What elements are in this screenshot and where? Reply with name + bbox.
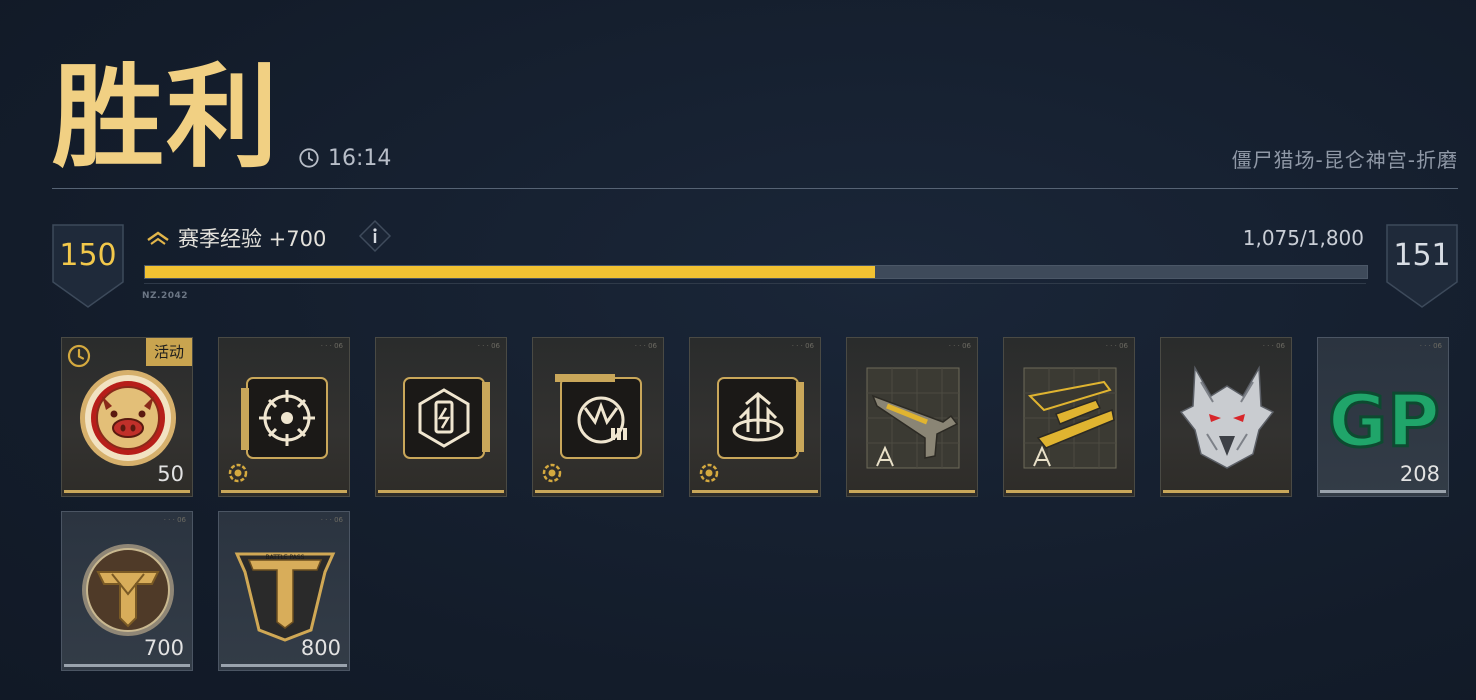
season-xp-text: 赛季经验 +700 bbox=[178, 227, 327, 251]
reward-card-gp-currency[interactable]: · · · 06 GP 208 bbox=[1317, 337, 1449, 497]
battery-module-icon bbox=[403, 377, 490, 459]
current-level: 150 bbox=[59, 238, 117, 273]
svg-text:GP: GP bbox=[1328, 379, 1440, 463]
info-icon[interactable] bbox=[358, 219, 392, 253]
reward-card-wolf-head[interactable]: · · · 06 bbox=[1160, 337, 1292, 497]
reward-card-pig-coin[interactable]: 活动 50 bbox=[61, 337, 193, 497]
reward-amount: 800 bbox=[300, 636, 341, 660]
rank-chevron-icon bbox=[147, 231, 169, 245]
reward-card-core-module-target[interactable]: · · · 06 bbox=[218, 337, 350, 497]
rarity-line bbox=[64, 490, 190, 493]
reward-amount: 700 bbox=[143, 636, 184, 660]
current-level-badge: 150 bbox=[52, 224, 124, 308]
gear-icon bbox=[542, 463, 562, 483]
next-level: 151 bbox=[1393, 238, 1451, 273]
pistol-blueprint-icon bbox=[866, 367, 960, 469]
reward-card-core-module-ammo[interactable]: · · · 06 bbox=[532, 337, 664, 497]
rarity-line bbox=[221, 490, 347, 493]
xp-count: 1,075/1,800 bbox=[1242, 226, 1364, 250]
xp-progress-bar bbox=[144, 265, 1368, 279]
rarity-line bbox=[64, 664, 190, 667]
reward-card-core-module-spike[interactable]: · · · 06 bbox=[689, 337, 821, 497]
rarity-line bbox=[1163, 490, 1289, 493]
rarity-line bbox=[1320, 490, 1446, 493]
reward-card-battle-pass[interactable]: · · · 06 BATTLE PASS 800 bbox=[218, 511, 350, 671]
header-divider bbox=[52, 188, 1458, 189]
match-result-screen: 胜利 16:14 僵尸猎场-昆仑神宫-折磨 150 赛季经验 +700 1,07… bbox=[0, 0, 1476, 700]
rarity-line bbox=[1006, 490, 1132, 493]
gear-icon bbox=[228, 463, 248, 483]
mode-name: 僵尸猎场-昆仑神宫-折磨 bbox=[1231, 148, 1458, 172]
activity-tag: 活动 bbox=[145, 338, 192, 366]
reward-card-t-coin[interactable]: · · · 06 700 bbox=[61, 511, 193, 671]
svg-text:BATTLE PASS: BATTLE PASS bbox=[266, 554, 305, 561]
wolf-head-icon bbox=[1179, 365, 1275, 469]
match-time-value: 16:14 bbox=[328, 145, 392, 171]
xp-progress-fill bbox=[145, 266, 875, 278]
rifle-blueprint-icon bbox=[1023, 367, 1117, 469]
reward-amount: 50 bbox=[157, 462, 184, 486]
result-title: 胜利 bbox=[52, 53, 280, 183]
rarity-line bbox=[221, 664, 347, 667]
version-tag: NZ.2042 bbox=[142, 291, 189, 301]
reward-card-core-module-battery[interactable]: · · · 06 bbox=[375, 337, 507, 497]
reward-card-pistol-blueprint[interactable]: · · · 06 bbox=[846, 337, 978, 497]
clock-icon bbox=[299, 148, 319, 168]
season-xp-label: 赛季经验 +700 bbox=[146, 223, 326, 253]
rarity-line bbox=[849, 490, 975, 493]
gear-icon bbox=[699, 463, 719, 483]
rarity-line bbox=[535, 490, 661, 493]
rarity-line bbox=[692, 490, 818, 493]
match-time: 16:14 bbox=[298, 143, 391, 173]
timed-clock-icon bbox=[67, 344, 91, 368]
reward-card-rifle-blueprint[interactable]: · · · 06 bbox=[1003, 337, 1135, 497]
next-level-badge: 151 bbox=[1386, 224, 1458, 308]
rarity-line bbox=[378, 490, 504, 493]
reward-amount: 208 bbox=[1399, 462, 1440, 486]
progress-underline bbox=[144, 283, 1366, 284]
